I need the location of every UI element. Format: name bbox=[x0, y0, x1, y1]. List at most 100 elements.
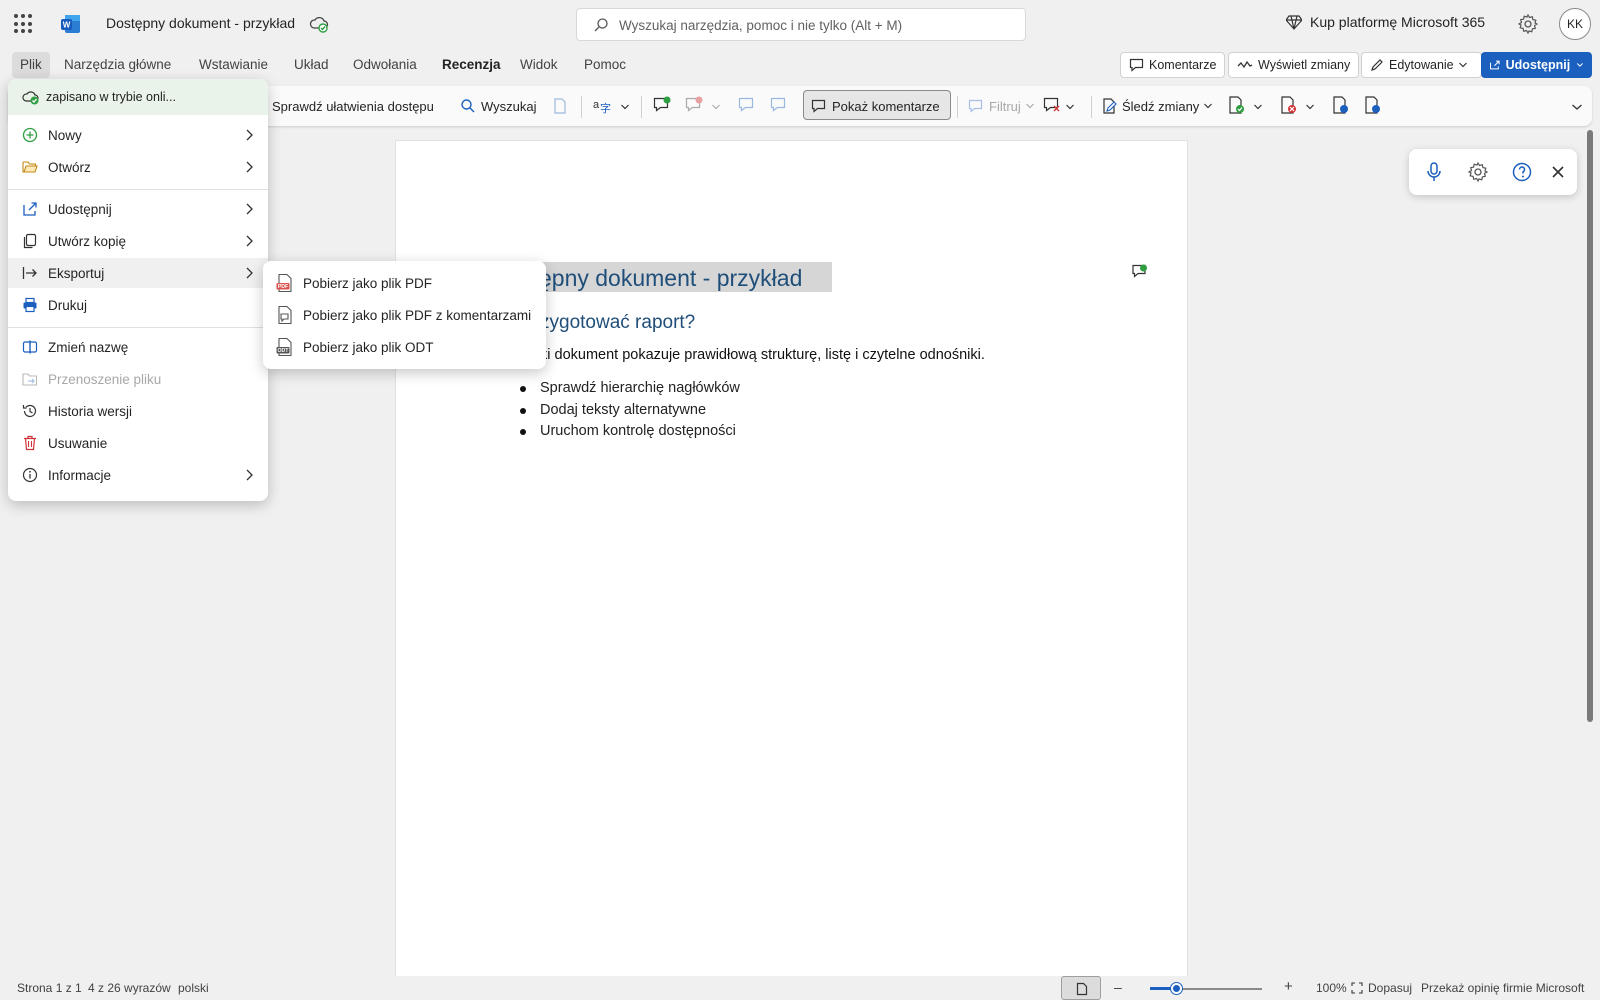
saved-status-text: zapisano w trybie onli... bbox=[46, 90, 176, 104]
chevron-down-icon[interactable] bbox=[620, 102, 630, 112]
zoom-in-button[interactable]: + bbox=[1284, 978, 1293, 995]
trash-icon bbox=[24, 435, 36, 451]
share-button[interactable]: Udostępnij bbox=[1481, 52, 1592, 78]
file-menu-version-history[interactable]: Historia wersji bbox=[8, 396, 268, 426]
list-item[interactable]: Dodaj teksty alternatywne bbox=[520, 400, 740, 422]
svg-text:a: a bbox=[593, 99, 600, 111]
editing-mode-button[interactable]: Edytowanie bbox=[1361, 52, 1482, 78]
list-item[interactable]: Uruchom kontrolę dostępności bbox=[520, 421, 740, 443]
zoom-slider-thumb[interactable] bbox=[1171, 983, 1182, 994]
show-comments-content[interactable]: Pokaż komentarze bbox=[811, 94, 940, 118]
delete-comment-icon[interactable] bbox=[685, 96, 703, 114]
accept-change-icon[interactable] bbox=[1227, 96, 1245, 114]
app-launcher-icon[interactable] bbox=[14, 14, 34, 34]
status-bar: Strona 1 z 1 4 z 26 wyrazów polski – + 1… bbox=[0, 976, 1600, 1000]
file-menu: zapisano w trybie onli... Nowy Otwórz Ud… bbox=[8, 79, 268, 501]
settings-gear-icon[interactable] bbox=[1517, 13, 1539, 35]
track-changes-button[interactable]: Śledź zmiany bbox=[1101, 94, 1218, 118]
file-menu-open[interactable]: Otwórz bbox=[8, 152, 268, 182]
document-heading-1[interactable]: ępny dokument - przykład bbox=[539, 265, 802, 292]
document-title[interactable]: Dostępny dokument - przykład bbox=[106, 15, 295, 31]
rename-icon bbox=[22, 340, 38, 354]
page-count[interactable]: Strona 1 z 1 bbox=[17, 981, 82, 995]
search-ribbon-label: Wyszukaj bbox=[481, 98, 537, 114]
editing-label: Edytowanie bbox=[1389, 58, 1454, 72]
next-change-icon[interactable] bbox=[1363, 96, 1381, 114]
file-menu-move[interactable]: Przenoszenie pliku bbox=[8, 364, 268, 394]
zoom-out-button[interactable]: – bbox=[1114, 979, 1122, 995]
export-pdf[interactable]: PDF Pobierz jako plik PDF bbox=[263, 267, 546, 299]
file-menu-print-label: Drukuj bbox=[48, 297, 88, 313]
previous-change-icon[interactable] bbox=[1331, 96, 1349, 114]
chevron-down-icon bbox=[1025, 103, 1034, 109]
file-menu-print[interactable]: Drukuj bbox=[8, 290, 268, 320]
dictation-settings-icon[interactable] bbox=[1467, 161, 1489, 183]
chevron-right-icon bbox=[246, 203, 253, 215]
microphone-icon[interactable] bbox=[1423, 161, 1445, 183]
document-paragraph[interactable]: ki dokument pokazuje prawidłową struktur… bbox=[540, 347, 985, 363]
tab-home[interactable]: Narzędzia główne bbox=[56, 52, 179, 78]
tab-review[interactable]: Recenzja bbox=[434, 52, 509, 78]
help-icon[interactable] bbox=[1511, 161, 1533, 183]
vertical-scrollbar[interactable] bbox=[1587, 130, 1593, 722]
page-view-button[interactable] bbox=[1061, 976, 1101, 1000]
move-file-icon bbox=[22, 373, 38, 386]
chevron-down-icon[interactable] bbox=[1253, 102, 1263, 112]
tab-view[interactable]: Widok bbox=[512, 52, 566, 78]
tab-file[interactable]: Plik bbox=[12, 52, 50, 78]
file-menu-rename[interactable]: Zmień nazwę bbox=[8, 332, 268, 362]
new-comment-icon[interactable] bbox=[653, 96, 671, 114]
chevron-down-icon[interactable] bbox=[1065, 102, 1075, 112]
next-comment-icon[interactable] bbox=[770, 96, 788, 114]
word-count[interactable]: 4 z 26 wyrazów bbox=[88, 981, 171, 995]
markup-comment-icon[interactable] bbox=[1043, 96, 1061, 114]
filter-label: Filtruj bbox=[989, 98, 1021, 114]
fit-button[interactable]: Dopasuj bbox=[1368, 981, 1412, 995]
tab-help[interactable]: Pomoc bbox=[576, 52, 634, 78]
tab-insert[interactable]: Wstawianie bbox=[191, 52, 276, 78]
show-changes-button[interactable]: Wyświetl zmiany bbox=[1228, 52, 1360, 78]
previous-comment-icon[interactable] bbox=[738, 96, 756, 114]
chevron-down-icon[interactable] bbox=[1305, 102, 1315, 112]
ribbon-separator bbox=[1091, 96, 1092, 118]
menu-bar: Plik Narzędzia główne Wstawianie Układ O… bbox=[0, 48, 1600, 82]
file-menu-info[interactable]: Informacje bbox=[8, 460, 268, 490]
document-heading-2[interactable]: zygotować raport? bbox=[540, 312, 695, 334]
feedback-link[interactable]: Przekaż opinię firmie Microsoft bbox=[1421, 981, 1584, 995]
user-avatar[interactable]: KK bbox=[1559, 8, 1591, 40]
tab-references[interactable]: Odwołania bbox=[345, 52, 425, 78]
export-odt[interactable]: ODT Pobierz jako plik ODT bbox=[263, 331, 546, 363]
history-icon bbox=[22, 404, 37, 418]
accessibility-check-label: Sprawdź ułatwienia dostępu bbox=[272, 98, 434, 114]
comment-marker-icon[interactable] bbox=[1131, 263, 1149, 281]
language-icon[interactable]: a字 bbox=[592, 96, 612, 114]
zoom-level[interactable]: 100% bbox=[1316, 981, 1347, 995]
buy-microsoft-365-button[interactable]: Kup platformę Microsoft 365 bbox=[1286, 14, 1485, 30]
document-lock-icon[interactable] bbox=[553, 98, 567, 114]
list-item[interactable]: Sprawdź hierarchię nagłówków bbox=[520, 378, 740, 400]
search-ribbon-button[interactable]: Wyszukaj bbox=[460, 94, 537, 118]
file-menu-share[interactable]: Udostępnij bbox=[8, 194, 268, 224]
odt-file-icon: ODT bbox=[276, 337, 292, 357]
ribbon-expand-chevron-icon[interactable] bbox=[1571, 102, 1583, 112]
chevron-down-icon[interactable] bbox=[711, 102, 721, 112]
export-arrow-icon bbox=[22, 267, 37, 279]
cloud-saved-icon[interactable] bbox=[309, 14, 329, 34]
filter-button[interactable]: Filtruj bbox=[968, 94, 1040, 118]
search-box[interactable] bbox=[576, 8, 1026, 41]
comments-button[interactable]: Komentarze bbox=[1120, 52, 1226, 78]
file-menu-export[interactable]: Eksportuj bbox=[8, 258, 268, 288]
ribbon-separator bbox=[957, 96, 958, 118]
accessibility-check-button[interactable]: Sprawdź ułatwienia dostępu bbox=[272, 94, 434, 118]
reject-change-icon[interactable] bbox=[1279, 96, 1297, 114]
language-indicator[interactable]: polski bbox=[178, 981, 209, 995]
file-menu-delete[interactable]: Usuwanie bbox=[8, 428, 268, 458]
file-menu-new[interactable]: Nowy bbox=[8, 120, 268, 150]
search-input[interactable] bbox=[619, 15, 1009, 35]
file-menu-move-label: Przenoszenie pliku bbox=[48, 371, 162, 387]
export-pdf-with-comments[interactable]: Pobierz jako plik PDF z komentarzami bbox=[263, 299, 546, 331]
file-menu-version-history-label: Historia wersji bbox=[48, 403, 133, 419]
file-menu-copy[interactable]: Utwórz kopię bbox=[8, 226, 268, 256]
close-icon[interactable] bbox=[1547, 161, 1569, 183]
tab-layout[interactable]: Układ bbox=[286, 52, 337, 78]
